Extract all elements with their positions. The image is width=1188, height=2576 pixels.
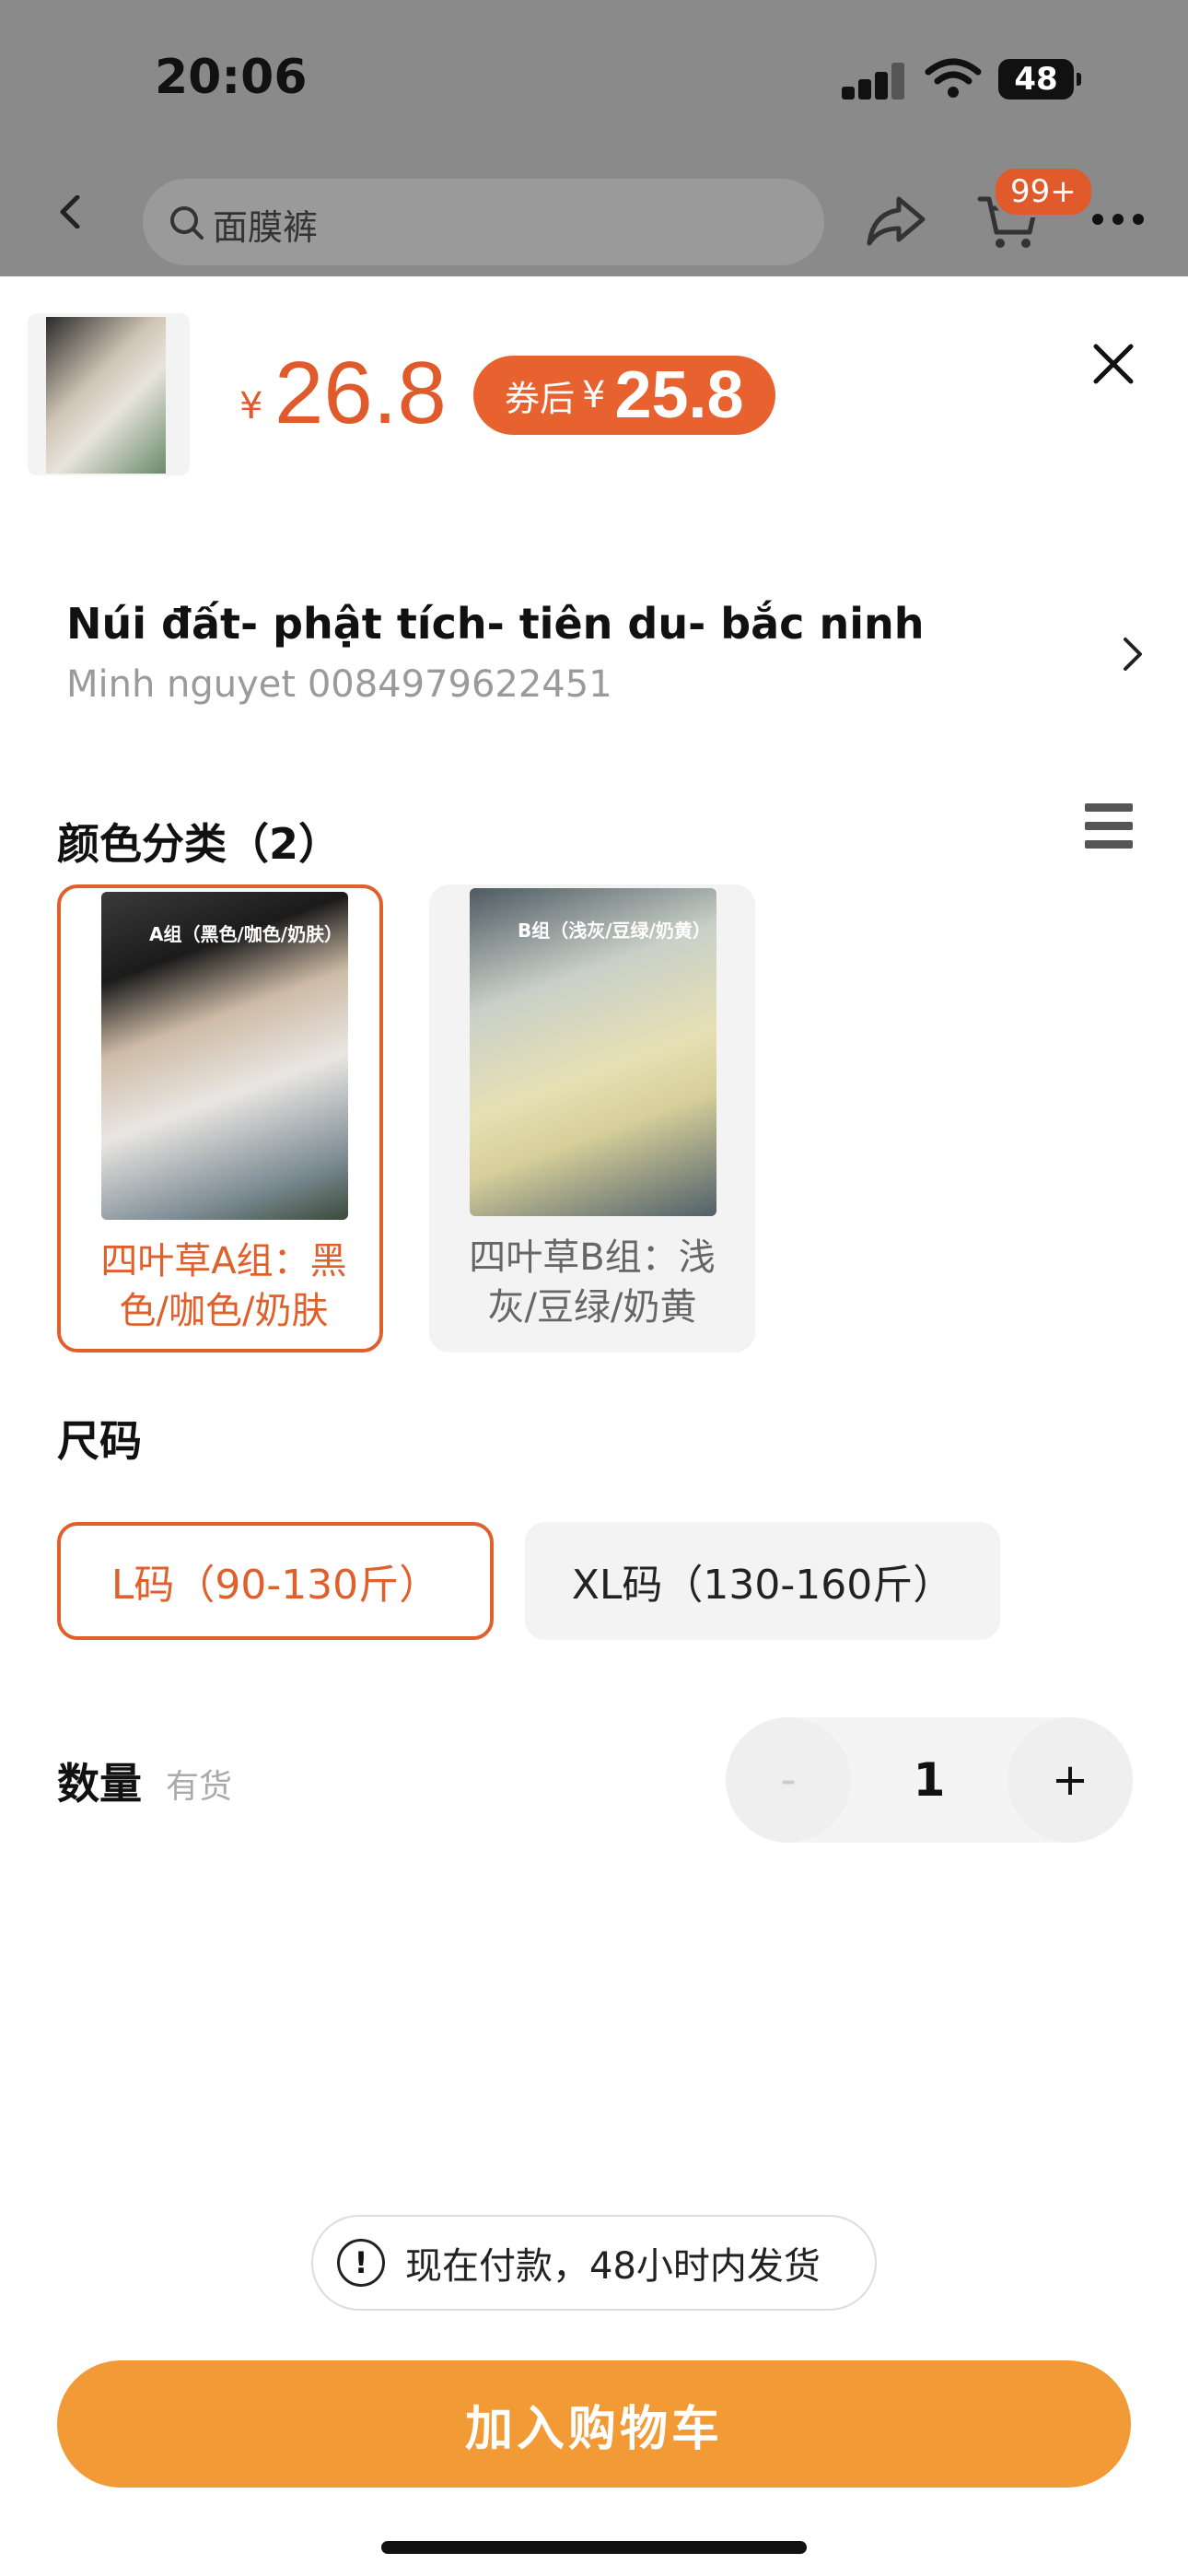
size-option-xl[interactable]: XL码（130-160斤） bbox=[525, 1522, 1000, 1640]
info-icon: ! bbox=[337, 2239, 385, 2287]
battery-level: 48 bbox=[1014, 61, 1058, 98]
shipping-notice-text: 现在付款，48小时内发货 bbox=[405, 2245, 821, 2288]
chevron-right-icon bbox=[1124, 638, 1142, 671]
address-title: Núi đất- phật tích- tiên du- bắc ninh bbox=[66, 599, 925, 649]
quantity-stepper: - 1 + bbox=[726, 1717, 1133, 1843]
list-view-icon[interactable] bbox=[1085, 803, 1133, 851]
address-subtitle: Minh nguyet 0084979622451 bbox=[66, 663, 612, 706]
coupon-price: 25.8 bbox=[614, 358, 744, 432]
share-icon[interactable] bbox=[864, 193, 928, 249]
size-section-label: 尺码 bbox=[57, 1416, 142, 1466]
image-caption: B组（浅灰/豆绿/奶黄） bbox=[518, 919, 711, 942]
quantity-label: 数量 bbox=[57, 1759, 142, 1809]
product-image bbox=[46, 317, 166, 474]
shipping-notice: ! 现在付款，48小时内发货 bbox=[311, 2215, 877, 2311]
status-time: 20:06 bbox=[155, 50, 308, 105]
coupon-price-badge: 券后 ¥ 25.8 bbox=[473, 356, 775, 435]
search-icon bbox=[170, 206, 204, 240]
close-icon[interactable] bbox=[1092, 343, 1135, 385]
decrease-button[interactable]: - bbox=[726, 1717, 851, 1843]
sku-selection-sheet: ¥ 26.8 券后 ¥ 25.8 Núi đất- phật tích- tiê… bbox=[0, 276, 1188, 2576]
home-indicator[interactable] bbox=[381, 2541, 807, 2554]
back-icon[interactable] bbox=[53, 195, 87, 228]
quantity-value[interactable]: 1 bbox=[851, 1717, 1007, 1843]
image-caption: A组（黑色/咖色/奶肤） bbox=[149, 923, 344, 945]
stock-status: 有货 bbox=[166, 1768, 233, 1806]
search-bar[interactable]: 面膜裤 bbox=[143, 179, 824, 265]
color-option-a[interactable]: A组（黑色/咖色/奶肤） 四叶草A组：黑色/咖色/奶肤 bbox=[57, 884, 383, 1352]
color-section-label: 颜色分类（2） bbox=[57, 819, 342, 869]
price-currency: ¥ bbox=[239, 385, 263, 427]
price: 26.8 bbox=[274, 344, 447, 442]
increase-button[interactable]: + bbox=[1007, 1717, 1133, 1843]
battery-icon: 48 bbox=[998, 59, 1081, 100]
color-option-image: B组（浅灰/豆绿/奶黄） bbox=[470, 888, 716, 1216]
product-thumbnail[interactable] bbox=[28, 313, 190, 475]
add-to-cart-button[interactable]: 加入购物车 bbox=[57, 2360, 1131, 2488]
coupon-label: 券后 bbox=[505, 378, 576, 419]
size-option-l[interactable]: L码（90-130斤） bbox=[57, 1522, 494, 1640]
color-option-image: A组（黑色/咖色/奶肤） bbox=[101, 892, 348, 1220]
cart-badge: 99+ bbox=[993, 166, 1094, 217]
color-option-b[interactable]: B组（浅灰/豆绿/奶黄） 四叶草B组：浅灰/豆绿/奶黄 bbox=[429, 884, 755, 1352]
coupon-currency: ¥ bbox=[582, 374, 606, 416]
wifi-icon bbox=[925, 58, 982, 98]
more-icon[interactable] bbox=[1092, 214, 1147, 228]
color-option-label: 四叶草A组：黑色/咖色/奶肤 bbox=[100, 1240, 347, 1332]
color-option-label: 四叶草B组：浅灰/豆绿/奶黄 bbox=[469, 1236, 716, 1329]
search-input[interactable]: 面膜裤 bbox=[213, 199, 318, 250]
cellular-signal-icon bbox=[842, 63, 906, 100]
dimmed-background-header: 20:06 48 面膜裤 99+ bbox=[0, 0, 1188, 276]
